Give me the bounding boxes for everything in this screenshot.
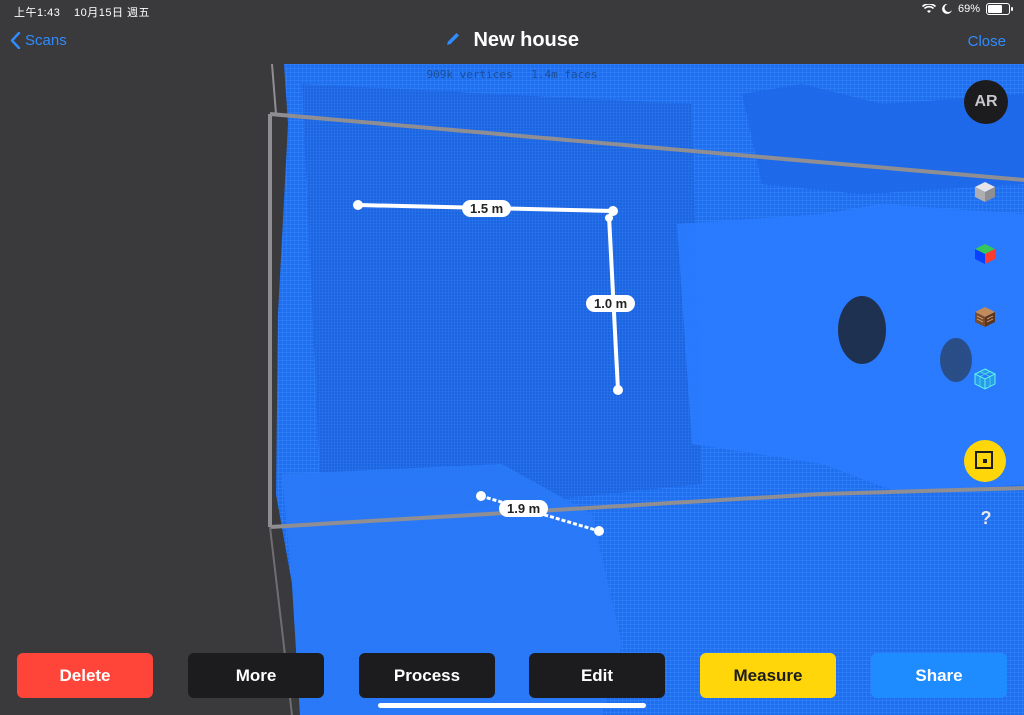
mesh-viewport[interactable] (262, 64, 1024, 715)
measurement-label-2[interactable]: 1.0 m (586, 295, 636, 312)
vertices-count: 909k vertices (426, 68, 513, 81)
help-button[interactable]: ? (972, 508, 1000, 536)
status-time: 上午1:43 (14, 7, 61, 19)
wifi-icon (921, 4, 936, 13)
status-time-date: 上午1:43 10月15日 週五 (14, 4, 150, 20)
pencil-icon[interactable] (445, 33, 465, 50)
status-indicators: 69% (921, 3, 1013, 15)
edit-button[interactable]: Edit (529, 653, 665, 698)
process-button[interactable]: Process (359, 653, 495, 698)
measurement-label-1[interactable]: 1.5 m (462, 200, 512, 217)
page-title[interactable]: New house (0, 29, 1024, 52)
more-button[interactable]: More (188, 653, 324, 698)
faces-count: 1.4m faces (531, 68, 598, 81)
status-date: 10月15日 週五 (73, 7, 151, 19)
measure-button[interactable]: Measure (700, 653, 836, 698)
battery-percent: 69% (957, 3, 980, 15)
bottom-toolbar: Delete More Process Edit Measure Share (0, 653, 1024, 699)
close-button[interactable]: Close (968, 33, 1006, 50)
left-background (0, 64, 300, 715)
color-cube-icon[interactable] (973, 242, 997, 266)
battery-icon (986, 3, 1013, 15)
delete-button[interactable]: Delete (17, 653, 153, 698)
wireframe-cube-icon[interactable] (973, 367, 997, 391)
title-text: New house (473, 29, 580, 51)
status-bar: 上午1:43 10月15日 週五 69% (0, 0, 1024, 20)
moon-icon (942, 4, 952, 14)
home-indicator[interactable] (378, 703, 646, 708)
navigation-bar: Scans New house Close (0, 20, 1024, 64)
mesh-stats: 909k vertices 1.4m faces (0, 68, 1024, 81)
measurement-label-3[interactable]: 1.9 m (499, 500, 549, 517)
solid-cube-icon[interactable] (973, 180, 997, 204)
share-button[interactable]: Share (871, 653, 1007, 698)
frame-select-button[interactable] (964, 440, 1006, 482)
ar-button[interactable]: AR (964, 80, 1008, 124)
texture-cube-icon[interactable] (973, 305, 997, 329)
frame-center-dot (983, 459, 987, 463)
